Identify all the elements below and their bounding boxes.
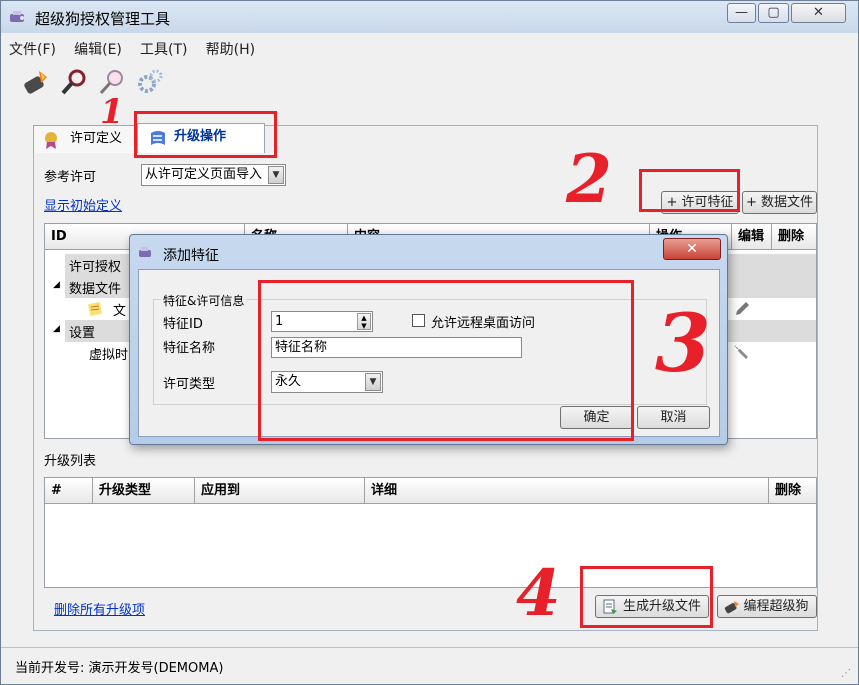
dialog-title: 添加特征 [163,248,219,264]
edit-pencil-icon[interactable] [733,300,751,318]
column-header-details[interactable]: 详细 [365,478,769,504]
menu-tools[interactable]: 工具(T) [140,42,187,58]
menu-bar: 文件(F) 编辑(E) 工具(T) 帮助(H) [9,39,269,61]
program-dongle-button[interactable]: 编程超级狗 [717,595,817,618]
program-dongle-icon [724,599,740,615]
column-header-number[interactable]: # [45,478,93,504]
file-note-icon [87,300,105,318]
tab-license-definition-label: 许可定义 [70,131,123,146]
status-bar: 当前开发号: 演示开发号(DEMOMA) ⋰ [1,647,858,684]
tree-expand-icon[interactable]: ◢ [53,324,60,334]
chevron-down-icon: ▼ [268,166,284,184]
developer-id-status: 当前开发号: 演示开发号(DEMOMA) [15,661,224,676]
annotation-box-2 [639,169,740,212]
tree-item-license: 许可授权 [69,260,122,275]
delete-all-upgrades-link[interactable]: 删除所有升级项 [54,599,145,618]
annotation-number-2: 2 [566,140,612,218]
tree-item-data-files: 数据文件 [69,282,122,297]
group-title: 特征&许可信息 [161,292,247,309]
program-dongle-tool-icon[interactable] [21,67,51,97]
search-tool-icon[interactable] [59,67,89,97]
license-award-icon [42,130,62,150]
add-data-file-button[interactable]: + 数据文件 [742,191,817,214]
column-header-edit[interactable]: 编辑 [732,224,772,250]
show-initial-definition-link[interactable]: 显示初始定义 [44,195,122,214]
column-header-upgrade-type[interactable]: 升级类型 [93,478,195,504]
tree-item-file: 文 [113,304,127,319]
annotation-number-3: 3 [655,296,711,390]
cancel-button[interactable]: 取消 [637,406,710,429]
license-type-label: 许可类型 [163,377,216,392]
window-title: 超级狗授权管理工具 [35,10,171,28]
tree-expand-icon[interactable]: ◢ [53,280,60,290]
feature-name-label: 特征名称 [163,341,216,356]
column-header-apply-to[interactable]: 应用到 [195,478,365,504]
minimize-button[interactable]: — [727,3,756,23]
wrench-icon[interactable] [733,342,751,360]
close-button[interactable]: ✕ [791,3,846,23]
dongle-app-icon [9,9,27,25]
upgrade-list-label: 升级列表 [44,454,97,469]
reference-license-value: 从许可定义页面导入 [145,167,263,182]
feature-id-label: 特征ID [163,317,203,332]
menu-edit[interactable]: 编辑(E) [74,42,122,58]
column-header-delete[interactable]: 删除 [769,478,816,504]
annotation-number-4: 4 [516,556,561,631]
reference-license-label: 参考许可 [44,170,97,185]
annotation-box-3 [258,280,634,441]
dialog-close-icon[interactable]: ✕ [663,238,721,260]
reference-license-combo[interactable]: 从许可定义页面导入 ▼ [141,164,286,186]
column-header-delete[interactable]: 删除 [772,224,816,250]
annotation-number-1: 1 [100,92,124,132]
annotation-box-1 [134,111,277,158]
resize-grip-icon[interactable]: ⋰ [841,668,851,679]
tree-item-settings: 设置 [69,326,96,341]
title-bar[interactable]: 超级狗授权管理工具 — ▢ ✕ [1,1,858,33]
tree-item-virtual-time: 虚拟时 [89,348,129,363]
maximize-button[interactable]: ▢ [758,3,789,23]
menu-file[interactable]: 文件(F) [9,42,56,58]
settings-gear-icon[interactable] [135,67,165,97]
dongle-app-icon [138,246,154,260]
menu-help[interactable]: 帮助(H) [206,42,255,58]
annotation-box-4 [580,566,713,628]
program-dongle-label: 编程超级狗 [743,599,809,614]
